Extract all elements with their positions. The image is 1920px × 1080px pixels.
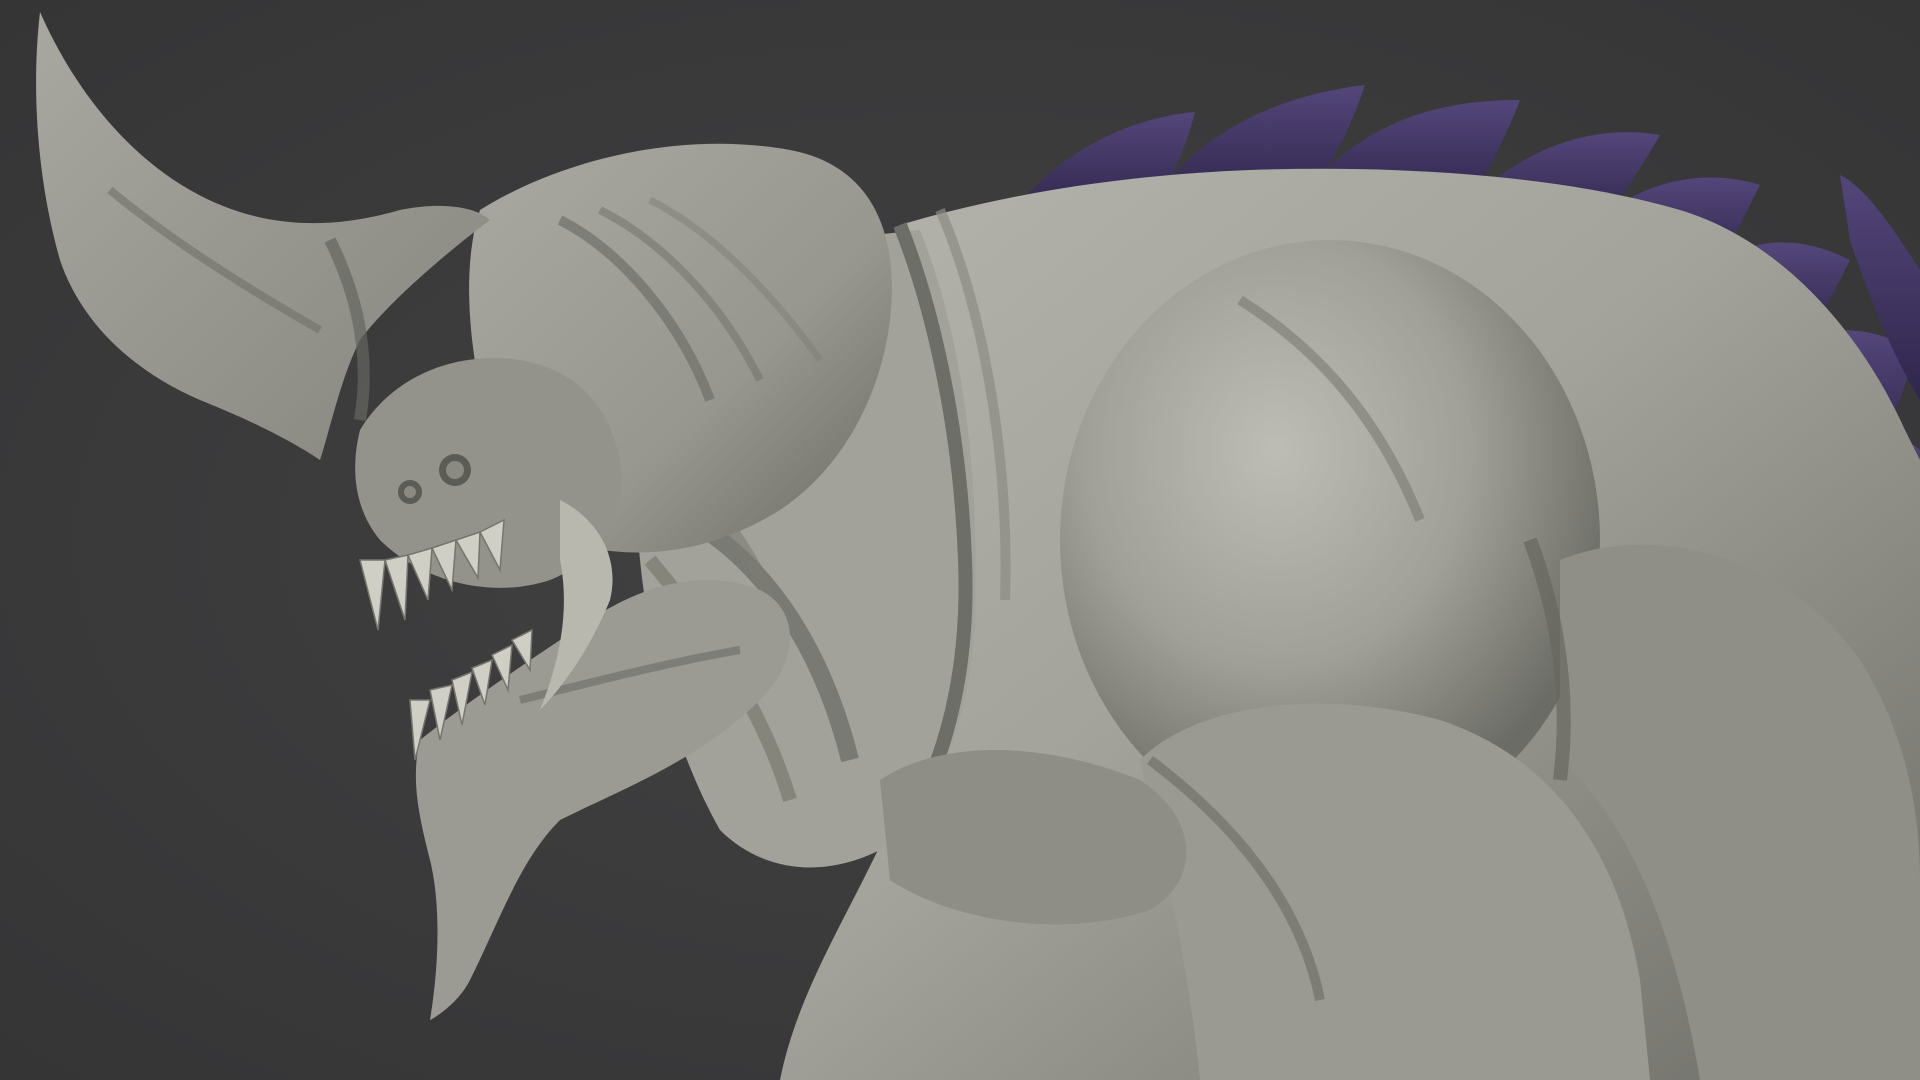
- sculpt-viewport[interactable]: [0, 0, 1920, 1080]
- creature-render: [0, 0, 1920, 1080]
